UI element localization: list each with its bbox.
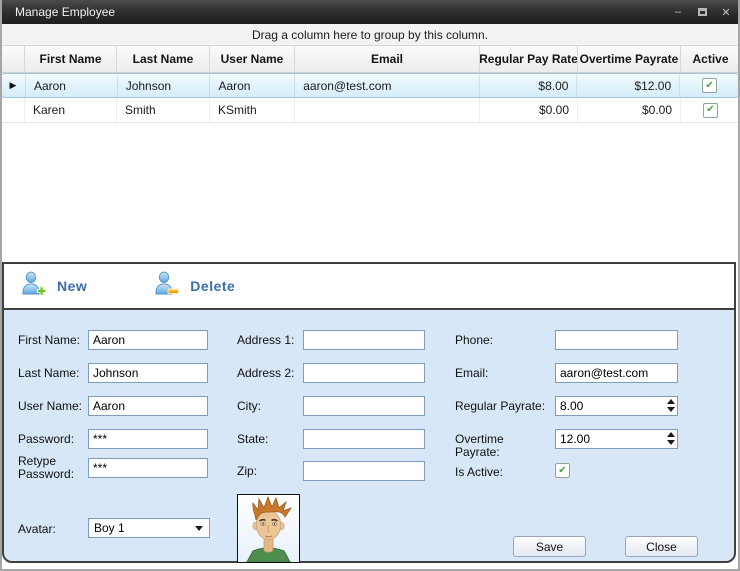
avatar-select[interactable]: Boy 1 bbox=[88, 518, 210, 538]
check-icon: ✔ bbox=[706, 105, 714, 115]
address1-label: Address 1: bbox=[237, 334, 301, 347]
grid-header-regular-pay-rate[interactable]: Regular Pay Rate bbox=[480, 46, 578, 72]
zip-field[interactable] bbox=[303, 461, 425, 481]
email-field[interactable] bbox=[555, 363, 678, 383]
maximize-glyph bbox=[698, 8, 707, 16]
grid-header-last-name[interactable]: Last Name bbox=[117, 46, 210, 72]
address1-field[interactable] bbox=[303, 330, 425, 350]
grid-header-email[interactable]: Email bbox=[295, 46, 480, 72]
address2-label: Address 2: bbox=[237, 367, 301, 380]
grid-header-indicator bbox=[0, 46, 25, 72]
window-title: Manage Employee bbox=[15, 5, 115, 19]
cell-email bbox=[295, 98, 480, 122]
grid-header-row: First Name Last Name User Name Email Reg… bbox=[0, 46, 740, 73]
selected-row-indicator: ▶ bbox=[1, 74, 26, 97]
is-active-label: Is Active: bbox=[455, 466, 551, 479]
cell-overtime-payrate: $0.00 bbox=[578, 98, 681, 122]
check-icon: ✔ bbox=[558, 466, 566, 476]
delete-button-label: Delete bbox=[190, 278, 235, 294]
spinner-up-icon[interactable] bbox=[667, 399, 675, 404]
group-by-bar[interactable]: Drag a column here to group by this colu… bbox=[0, 24, 740, 46]
overtime-payrate-label: Overtime Payrate: bbox=[455, 433, 551, 459]
last-name-label: Last Name: bbox=[18, 367, 84, 380]
cell-email: aaron@test.com bbox=[295, 74, 479, 97]
save-button-label: Save bbox=[536, 540, 563, 554]
cell-last-name: Smith bbox=[117, 98, 210, 122]
maximize-icon[interactable] bbox=[694, 4, 710, 20]
minimize-icon[interactable]: – bbox=[670, 4, 686, 20]
phone-field[interactable] bbox=[555, 330, 678, 350]
cell-first-name: Aaron bbox=[26, 74, 118, 97]
group-by-hint: Drag a column here to group by this colu… bbox=[252, 28, 488, 42]
delete-button[interactable]: Delete bbox=[153, 270, 235, 302]
city-label: City: bbox=[237, 400, 301, 413]
grid-header-overtime-payrate[interactable]: Overtime Payrate bbox=[578, 46, 681, 72]
grid-header-user-name[interactable]: User Name bbox=[210, 46, 295, 72]
cell-last-name: Johnson bbox=[118, 74, 211, 97]
regular-payrate-field[interactable] bbox=[555, 396, 678, 416]
cell-active: ✔ bbox=[681, 98, 740, 122]
password-label: Password: bbox=[18, 433, 84, 446]
table-row[interactable]: ▶ Aaron Johnson Aaron aaron@test.com $8.… bbox=[0, 73, 740, 98]
cell-regular-pay-rate: $0.00 bbox=[480, 98, 578, 122]
close-icon[interactable]: ✕ bbox=[718, 4, 734, 20]
cell-user-name: KSmith bbox=[210, 98, 295, 122]
avatar-image bbox=[237, 494, 300, 563]
cell-user-name: Aaron bbox=[210, 74, 295, 97]
zip-label: Zip: bbox=[237, 465, 301, 478]
cell-active: ✔ bbox=[680, 74, 739, 97]
email-label: Email: bbox=[455, 367, 551, 380]
overtime-payrate-spinner bbox=[667, 432, 675, 445]
new-employee-icon bbox=[20, 270, 47, 302]
cell-first-name: Karen bbox=[25, 98, 117, 122]
spinner-up-icon[interactable] bbox=[667, 432, 675, 437]
spinner-down-icon[interactable] bbox=[667, 440, 675, 445]
avatar-label: Avatar: bbox=[18, 523, 84, 536]
overtime-payrate-field[interactable] bbox=[555, 429, 678, 449]
new-button-label: New bbox=[57, 278, 87, 294]
close-button-label: Close bbox=[646, 540, 677, 554]
row-indicator-spacer bbox=[0, 98, 25, 122]
city-field[interactable] bbox=[303, 396, 425, 416]
grid-header-first-name[interactable]: First Name bbox=[25, 46, 117, 72]
user-name-label: User Name: bbox=[18, 400, 84, 413]
regular-payrate-stepper bbox=[555, 396, 678, 416]
avatar-select-value: Boy 1 bbox=[94, 521, 125, 535]
retype-password-field[interactable] bbox=[88, 458, 208, 478]
active-checkbox[interactable]: ✔ bbox=[703, 103, 718, 118]
window-controls: – ✕ bbox=[670, 0, 734, 24]
address2-field[interactable] bbox=[303, 363, 425, 383]
retype-password-label: Retype Password: bbox=[18, 455, 78, 481]
check-icon: ✔ bbox=[705, 81, 713, 91]
detail-toolbar: New Delete bbox=[4, 264, 734, 310]
user-name-field[interactable] bbox=[88, 396, 208, 416]
password-field[interactable] bbox=[88, 429, 208, 449]
cell-regular-pay-rate: $8.00 bbox=[480, 74, 578, 97]
chevron-down-icon bbox=[195, 526, 203, 531]
first-name-field[interactable] bbox=[88, 330, 208, 350]
spinner-down-icon[interactable] bbox=[667, 407, 675, 412]
grid-header-active[interactable]: Active bbox=[681, 46, 740, 72]
first-name-label: First Name: bbox=[18, 334, 84, 347]
state-label: State: bbox=[237, 433, 301, 446]
manage-employee-window: Manage Employee – ✕ Drag a column here t… bbox=[0, 0, 740, 571]
regular-payrate-label: Regular Payrate: bbox=[455, 400, 551, 413]
phone-label: Phone: bbox=[455, 334, 551, 347]
active-checkbox[interactable]: ✔ bbox=[702, 78, 717, 93]
delete-employee-icon bbox=[153, 270, 180, 302]
last-name-field[interactable] bbox=[88, 363, 208, 383]
table-row[interactable]: Karen Smith KSmith $0.00 $0.00 ✔ bbox=[0, 98, 740, 123]
state-field[interactable] bbox=[303, 429, 425, 449]
save-button[interactable]: Save bbox=[513, 536, 586, 557]
regular-payrate-spinner bbox=[667, 399, 675, 412]
is-active-checkbox[interactable]: ✔ bbox=[555, 463, 570, 478]
cell-overtime-payrate: $12.00 bbox=[577, 74, 680, 97]
title-bar: Manage Employee – ✕ bbox=[0, 0, 740, 24]
new-button[interactable]: New bbox=[20, 270, 87, 302]
row-indicator-icon: ▶ bbox=[10, 80, 17, 91]
close-button[interactable]: Close bbox=[625, 536, 698, 557]
overtime-payrate-stepper bbox=[555, 429, 678, 449]
employee-grid: First Name Last Name User Name Email Reg… bbox=[0, 46, 740, 123]
